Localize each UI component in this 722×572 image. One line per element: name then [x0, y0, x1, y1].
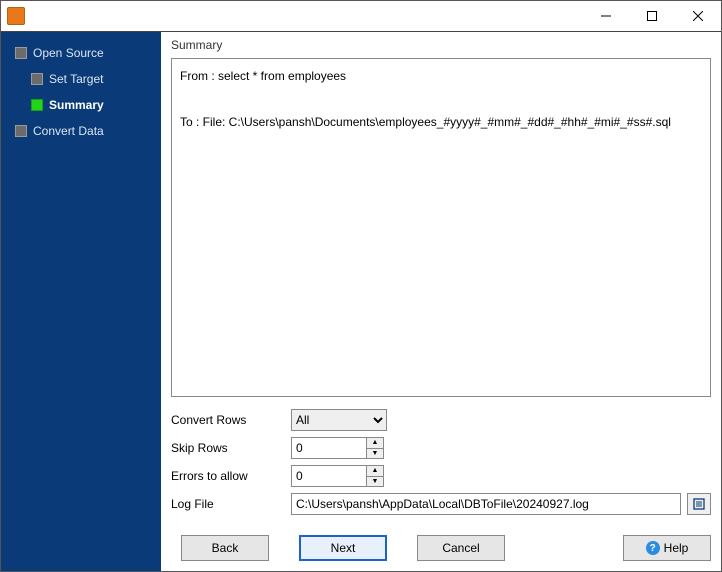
- back-button[interactable]: Back: [181, 535, 269, 561]
- spin-down-icon[interactable]: ▼: [367, 449, 383, 459]
- step-label: Summary: [49, 98, 104, 112]
- main-panel: Summary From : select * from employees T…: [161, 32, 721, 571]
- log-file-label: Log File: [171, 497, 291, 511]
- titlebar: [1, 1, 721, 31]
- spin-up-icon[interactable]: ▲: [367, 466, 383, 477]
- sidebar-item-summary[interactable]: Summary: [1, 92, 161, 118]
- step-label: Convert Data: [33, 124, 104, 138]
- sidebar-item-open-source[interactable]: Open Source: [1, 40, 161, 66]
- errors-allow-label: Errors to allow: [171, 469, 291, 483]
- close-icon: [693, 11, 703, 21]
- minimize-icon: [601, 11, 611, 21]
- summary-heading: Summary: [171, 38, 711, 52]
- cancel-button[interactable]: Cancel: [417, 535, 505, 561]
- errors-allow-input[interactable]: [291, 465, 367, 487]
- log-file-input[interactable]: [291, 493, 681, 515]
- step-indicator-icon: [31, 73, 43, 85]
- step-indicator-icon: [15, 47, 27, 59]
- convert-rows-select[interactable]: All: [291, 409, 387, 431]
- step-label: Open Source: [33, 46, 104, 60]
- step-label: Set Target: [49, 72, 103, 86]
- summary-to-line: To : File: C:\Users\pansh\Documents\empl…: [180, 115, 671, 129]
- help-icon: ?: [646, 541, 660, 555]
- sidebar-item-set-target[interactable]: Set Target: [1, 66, 161, 92]
- summary-from-line: From : select * from employees: [180, 69, 346, 83]
- spin-up-icon[interactable]: ▲: [367, 438, 383, 449]
- convert-rows-label: Convert Rows: [171, 413, 291, 427]
- step-indicator-icon: [15, 125, 27, 137]
- app-window: Open Source Set Target Summary Convert D…: [0, 0, 722, 572]
- app-icon: [7, 7, 25, 25]
- wizard-sidebar: Open Source Set Target Summary Convert D…: [1, 32, 161, 571]
- skip-rows-input[interactable]: [291, 437, 367, 459]
- step-indicator-icon: [31, 99, 43, 111]
- errors-allow-spinner[interactable]: ▲ ▼: [291, 465, 384, 487]
- help-button[interactable]: ? Help: [623, 535, 711, 561]
- close-button[interactable]: [675, 1, 721, 31]
- maximize-button[interactable]: [629, 1, 675, 31]
- browse-icon: [692, 497, 706, 511]
- spin-down-icon[interactable]: ▼: [367, 477, 383, 487]
- minimize-button[interactable]: [583, 1, 629, 31]
- summary-textbox[interactable]: From : select * from employees To : File…: [171, 58, 711, 397]
- skip-rows-label: Skip Rows: [171, 441, 291, 455]
- next-button[interactable]: Next: [299, 535, 387, 561]
- skip-rows-spinner[interactable]: ▲ ▼: [291, 437, 384, 459]
- browse-log-button[interactable]: [687, 493, 711, 515]
- maximize-icon: [647, 11, 657, 21]
- sidebar-item-convert-data[interactable]: Convert Data: [1, 118, 161, 144]
